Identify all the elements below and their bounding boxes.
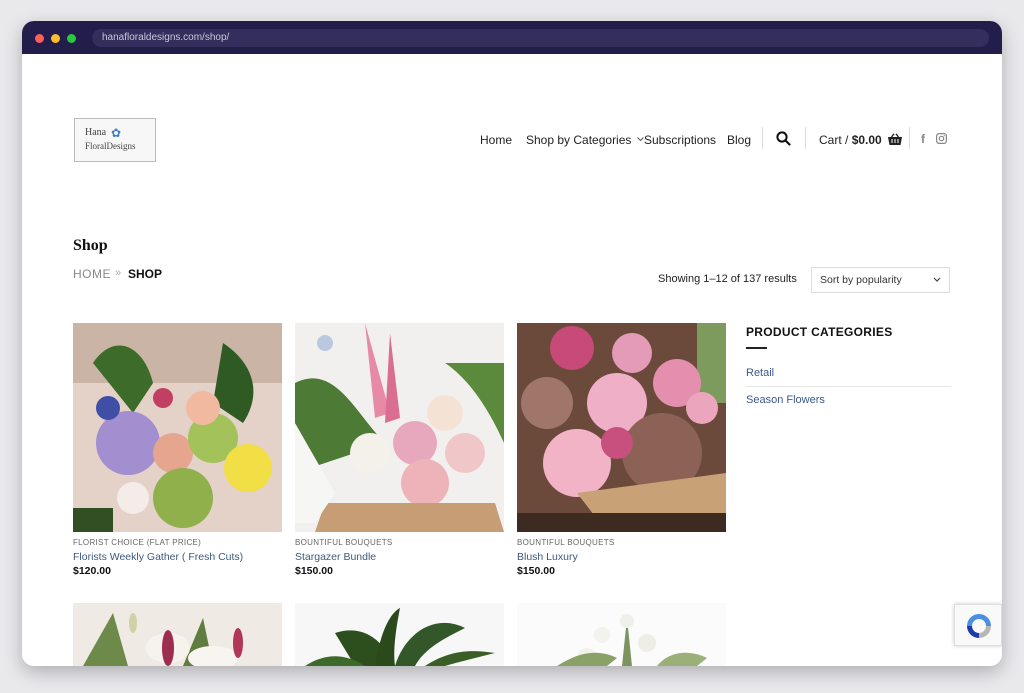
logo-flower-icon: ✿ <box>111 126 122 140</box>
cart-label: Cart / <box>819 133 849 147</box>
sidebar-item-retail[interactable]: Retail <box>746 367 774 379</box>
cart-total: $0.00 <box>851 133 882 147</box>
product-price: $150.00 <box>517 565 555 577</box>
search-icon[interactable] <box>776 131 791 146</box>
browser-titlebar: hanafloraldesigns.com/shop/ <box>22 21 1002 54</box>
nav-divider <box>762 127 763 149</box>
product-category[interactable]: FLORIST CHOICE (FLAT PRICE) <box>73 538 201 547</box>
chevron-down-icon <box>636 137 644 142</box>
logo-text-line2: FloralDesigns <box>85 141 136 151</box>
product-image[interactable] <box>295 603 504 666</box>
sidebar-title: PRODUCT CATEGORIES <box>746 325 893 339</box>
nav-subscriptions[interactable]: Subscriptions <box>644 133 716 147</box>
minimize-window-icon[interactable] <box>51 34 60 43</box>
product-category[interactable]: BOUNTIFUL BOUQUETS <box>517 538 615 547</box>
product-name[interactable]: Blush Luxury <box>517 551 578 563</box>
recaptcha-badge[interactable] <box>954 604 1002 646</box>
basket-icon <box>888 133 903 145</box>
sort-select[interactable]: Sort by popularity <box>811 267 950 293</box>
product-image[interactable] <box>73 323 282 532</box>
sidebar-title-underline <box>746 347 767 349</box>
nav-shop-by-categories-label: Shop by Categories <box>526 133 632 147</box>
results-count: Showing 1–12 of 137 results <box>658 273 797 285</box>
breadcrumb-home[interactable]: HOME <box>73 267 111 281</box>
facebook-icon[interactable]: f <box>921 132 925 146</box>
maximize-window-icon[interactable] <box>67 34 76 43</box>
site-logo[interactable]: Hana ✿ FloralDesigns <box>74 118 156 162</box>
product-image[interactable] <box>73 603 282 666</box>
cart-link[interactable]: Cart / $0.00 <box>819 133 903 147</box>
sort-selected-value: Sort by popularity <box>820 274 902 286</box>
chevron-down-icon <box>933 277 941 282</box>
address-bar[interactable]: hanafloraldesigns.com/shop/ <box>92 29 989 47</box>
product-image[interactable] <box>517 323 726 532</box>
product-name[interactable]: Stargazer Bundle <box>295 551 376 563</box>
nav-home[interactable]: Home <box>480 133 512 147</box>
product-category[interactable]: BOUNTIFUL BOUQUETS <box>295 538 393 547</box>
product-name[interactable]: Florists Weekly Gather ( Fresh Cuts) <box>73 551 243 563</box>
close-window-icon[interactable] <box>35 34 44 43</box>
nav-divider <box>909 127 910 149</box>
nav-divider <box>805 127 806 149</box>
nav-shop-by-categories[interactable]: Shop by Categories <box>526 133 644 147</box>
recaptcha-icon <box>967 614 991 638</box>
product-price: $120.00 <box>73 565 111 577</box>
logo-text-line1: Hana <box>85 127 107 138</box>
product-image[interactable] <box>295 323 504 532</box>
instagram-icon[interactable] <box>936 133 947 144</box>
breadcrumb-separator: » <box>115 267 122 279</box>
product-image[interactable] <box>517 603 726 666</box>
product-price: $150.00 <box>295 565 333 577</box>
nav-blog[interactable]: Blog <box>727 133 751 147</box>
breadcrumb-current: SHOP <box>128 267 163 281</box>
browser-window: hanafloraldesigns.com/shop/ Hana ✿ Flora… <box>22 21 1002 666</box>
page-title: Shop <box>73 237 108 254</box>
sidebar-divider <box>746 386 951 387</box>
web-page: Hana ✿ FloralDesigns Home Shop by Catego… <box>22 54 1002 666</box>
sidebar-item-season-flowers[interactable]: Season Flowers <box>746 394 825 406</box>
